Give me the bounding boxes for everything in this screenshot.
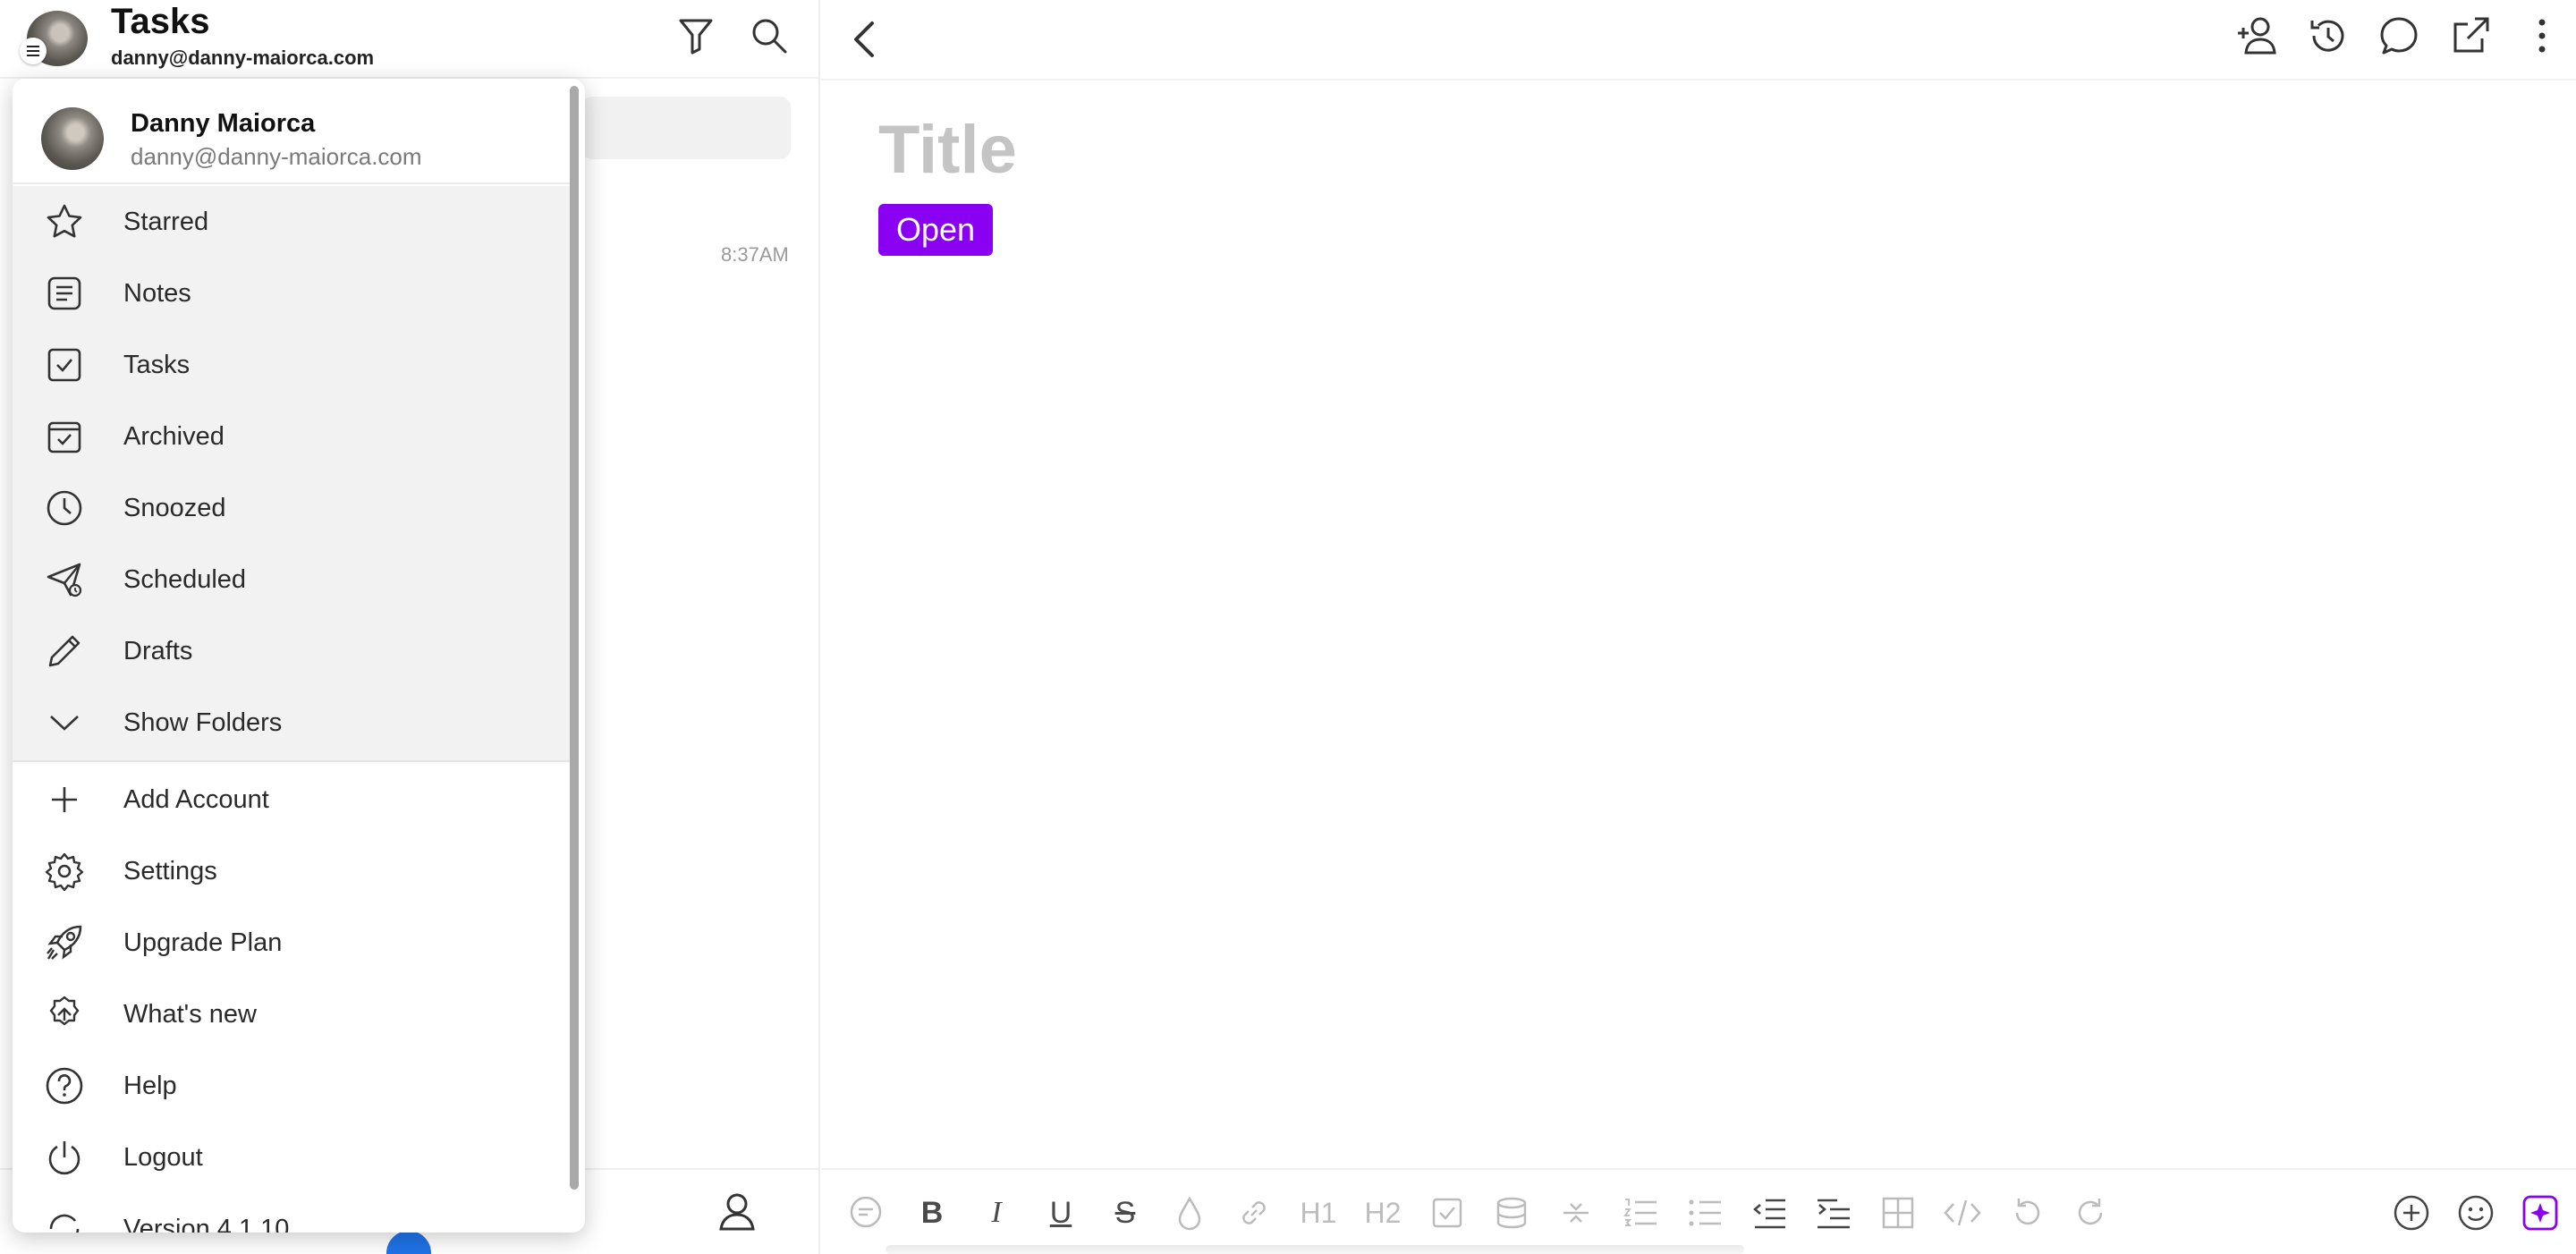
account-actions: Add Account Settings Upgrade Plan What's…: [13, 760, 571, 1233]
menu-item-show-folders[interactable]: Show Folders: [13, 687, 571, 758]
header-email: danny@danny-maiorca.com: [111, 47, 375, 69]
outdent-icon[interactable]: [1746, 1190, 1792, 1236]
version-label: Version 4.1.10: [123, 1214, 290, 1233]
page-title: Tasks: [111, 2, 210, 41]
menu-item-label: Logout: [123, 1142, 203, 1172]
strikethrough-button[interactable]: S: [1102, 1190, 1148, 1236]
help-icon: [45, 1066, 84, 1106]
search-input[interactable]: [581, 97, 791, 159]
comment-icon[interactable]: [2377, 14, 2420, 57]
menu-item-label: Add Account: [123, 784, 269, 814]
checkbox-format-icon[interactable]: [1424, 1190, 1470, 1236]
toolbar-divider: [886, 1245, 1744, 1254]
rocket-icon: [45, 923, 84, 962]
format-toolbar: B I U S H1 H2: [821, 1168, 2576, 1254]
editor-header: [821, 0, 2576, 80]
numbered-list-icon[interactable]: [1617, 1190, 1664, 1236]
menu-item-tasks[interactable]: Tasks: [13, 329, 571, 401]
heading2-button[interactable]: H2: [1360, 1190, 1406, 1236]
back-icon[interactable]: [837, 13, 891, 66]
menu-item-label: Starred: [123, 207, 209, 236]
open-button[interactable]: Open: [878, 204, 993, 256]
ai-assistant-icon[interactable]: [2517, 1190, 2563, 1236]
account-avatar: [41, 107, 104, 170]
add-person-icon[interactable]: [2234, 14, 2277, 57]
star-icon: [45, 202, 84, 241]
add-circle-icon[interactable]: [2388, 1190, 2435, 1236]
comment-format-icon[interactable]: [843, 1190, 889, 1236]
heading1-button[interactable]: H1: [1295, 1190, 1342, 1236]
compose-button[interactable]: [386, 1231, 431, 1254]
send-icon: [45, 560, 84, 599]
menu-item-label: Archived: [123, 421, 225, 451]
menu-item-label: Snoozed: [123, 493, 226, 522]
gear-icon: [45, 852, 84, 891]
table-icon[interactable]: [1875, 1190, 1921, 1236]
menu-item-scheduled[interactable]: Scheduled: [13, 544, 571, 615]
menu-item-upgrade-plan[interactable]: Upgrade Plan: [13, 907, 571, 979]
list-header: Tasks danny@danny-maiorca.com: [0, 0, 820, 79]
menu-item-snoozed[interactable]: Snoozed: [13, 472, 571, 544]
menu-item-label: What's new: [123, 999, 257, 1029]
account-name: Danny Maiorca: [131, 109, 316, 138]
menu-item-label: Upgrade Plan: [123, 928, 283, 957]
link-icon[interactable]: [1231, 1190, 1277, 1236]
bullet-list-icon[interactable]: [1682, 1190, 1728, 1236]
menu-item-version: Version 4.1.10: [13, 1193, 571, 1233]
checkbox-icon: [45, 345, 84, 385]
redo-icon[interactable]: [2068, 1190, 2114, 1236]
undo-icon[interactable]: [2004, 1190, 2050, 1236]
menu-item-add-account[interactable]: Add Account: [13, 764, 571, 835]
menu-item-label: Settings: [123, 856, 217, 885]
search-icon[interactable]: [748, 14, 791, 57]
drawer-scrollbar[interactable]: [570, 86, 579, 1190]
note-title-input[interactable]: Title: [878, 111, 1017, 189]
share-external-icon[interactable]: [2449, 14, 2492, 57]
more-vertical-icon[interactable]: [2521, 14, 2563, 57]
history-icon[interactable]: [2306, 14, 2349, 57]
menu-item-label: Show Folders: [123, 707, 283, 737]
list-item-time: 8:37AM: [721, 243, 789, 266]
menu-group: Starred Notes Tasks Archived Snoozed Sch…: [13, 186, 571, 760]
menu-item-archived[interactable]: Archived: [13, 401, 571, 472]
menu-item-label: Notes: [123, 278, 191, 308]
emoji-icon[interactable]: [2453, 1190, 2499, 1236]
code-icon[interactable]: [1939, 1190, 1986, 1236]
color-drop-icon[interactable]: [1166, 1190, 1213, 1236]
contacts-icon[interactable]: [716, 1190, 760, 1234]
clock-icon: [45, 488, 84, 528]
chevron-down-icon: [45, 703, 84, 742]
database-icon[interactable]: [1488, 1190, 1535, 1236]
menu-item-help[interactable]: Help: [13, 1050, 571, 1122]
plus-icon: [45, 780, 84, 819]
archive-icon: [45, 417, 84, 456]
filter-icon[interactable]: [674, 14, 717, 57]
indent-icon[interactable]: [1810, 1190, 1857, 1236]
menu-item-notes[interactable]: Notes: [13, 258, 571, 329]
menu-item-drafts[interactable]: Drafts: [13, 615, 571, 687]
hamburger-menu-icon[interactable]: [20, 38, 47, 64]
menu-item-settings[interactable]: Settings: [13, 835, 571, 907]
menu-item-label: Drafts: [123, 636, 193, 665]
whats-new-icon: [45, 995, 84, 1034]
menu-item-starred[interactable]: Starred: [13, 186, 571, 258]
refresh-icon: [45, 1209, 84, 1233]
menu-item-label: Tasks: [123, 350, 191, 379]
account-drawer: Danny Maiorca danny@danny-maiorca.com St…: [13, 79, 585, 1233]
pencil-icon: [45, 631, 84, 671]
power-icon: [45, 1138, 84, 1177]
notes-icon: [45, 274, 84, 313]
menu-item-label: Help: [123, 1071, 177, 1100]
account-card[interactable]: Danny Maiorca danny@danny-maiorca.com: [13, 79, 571, 184]
menu-item-label: Scheduled: [123, 564, 247, 594]
divider-icon[interactable]: [1553, 1190, 1599, 1236]
bold-button[interactable]: B: [909, 1190, 955, 1236]
italic-button[interactable]: I: [973, 1190, 1020, 1236]
account-email: danny@danny-maiorca.com: [131, 143, 422, 170]
underline-button[interactable]: U: [1038, 1190, 1084, 1236]
menu-item-logout[interactable]: Logout: [13, 1122, 571, 1193]
menu-item-whats-new[interactable]: What's new: [13, 979, 571, 1050]
